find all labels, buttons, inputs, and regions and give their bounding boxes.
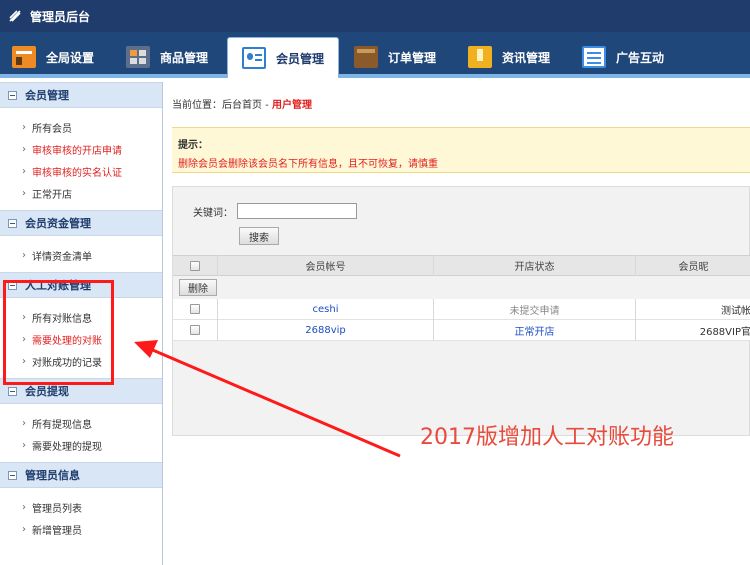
annotation-arrow-icon [134,340,401,458]
annotation-text: 2017版增加人工对账功能 [420,425,674,450]
